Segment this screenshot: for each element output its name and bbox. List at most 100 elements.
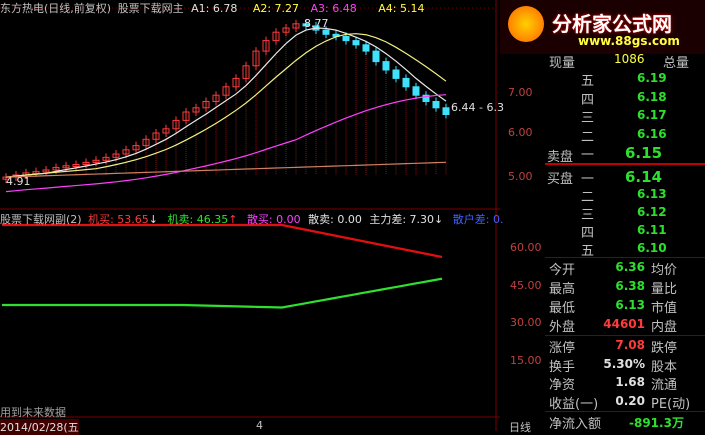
stat-label-2: 股本 bbox=[651, 359, 678, 375]
bid-level-label: 二 bbox=[581, 190, 595, 205]
indicator-name: 股票下载网主 bbox=[117, 2, 184, 15]
bid-price: 6.12 bbox=[637, 205, 667, 219]
candle-body bbox=[372, 50, 380, 63]
a3-value: A3: 6.48 bbox=[310, 2, 357, 15]
logo-url: www.88gs.com bbox=[578, 34, 680, 48]
sub-line-jimai2 bbox=[2, 277, 443, 309]
stat-value: 5.30% bbox=[603, 356, 645, 371]
sub-y-tick-30: 30.00 bbox=[510, 316, 542, 329]
zongliang-label: 总量 bbox=[663, 56, 690, 71]
stat-label: 涨停 bbox=[549, 341, 576, 356]
zhuli-value: 主力差: 7.30 bbox=[369, 213, 435, 226]
candle-body bbox=[322, 29, 330, 35]
sanhu-value: 散户差: 0. bbox=[452, 213, 504, 226]
candle-body bbox=[342, 35, 350, 42]
logo-icon bbox=[508, 6, 544, 42]
ask-price: 6.15 bbox=[625, 144, 663, 162]
ask-price: 6.19 bbox=[637, 71, 667, 85]
jimai-arrow: ↓ bbox=[148, 213, 159, 226]
stat-label-2: 跌停 bbox=[651, 341, 678, 356]
ask-price: 6.17 bbox=[637, 108, 667, 122]
jimai-value: 机买: 53.65 bbox=[88, 213, 149, 226]
bid-level-label: 四 bbox=[581, 226, 595, 241]
bid-price: 6.11 bbox=[637, 223, 667, 237]
net-inflow-value: -891.3万 bbox=[629, 416, 684, 430]
stat-label-2: 内盘 bbox=[651, 320, 678, 335]
ma-line-3 bbox=[5, 94, 447, 193]
sub-y-tick-45: 45.00 bbox=[510, 279, 542, 292]
divider bbox=[545, 335, 705, 336]
stat-value: 6.13 bbox=[615, 298, 645, 312]
candle-body bbox=[442, 107, 450, 116]
y-tick-5: 5.00 bbox=[508, 170, 533, 183]
bid-level-label: 一 bbox=[581, 172, 595, 187]
jimai2-value: 机卖: 46.35 bbox=[167, 213, 229, 226]
stat-value: 6.36 bbox=[615, 260, 645, 274]
candle-body bbox=[352, 40, 360, 46]
xianliang-label: 现量 bbox=[549, 56, 576, 71]
date-label: 2014/02/28(五 bbox=[0, 419, 79, 435]
bid-level-label: 三 bbox=[581, 208, 595, 223]
a4-value: A4: 5.14 bbox=[378, 2, 425, 15]
ask-level-label: 二 bbox=[581, 129, 595, 145]
ask-price: 6.18 bbox=[637, 89, 667, 104]
stat-label: 净资 bbox=[549, 378, 576, 393]
sub-y-tick-15: 15.00 bbox=[510, 354, 542, 367]
ask-level-label: 一 bbox=[581, 148, 595, 163]
low-price-label: 4.91 bbox=[6, 175, 31, 188]
stat-label-2: 市值 bbox=[651, 301, 678, 316]
ask-level-label: 五 bbox=[581, 74, 595, 89]
stat-value: 7.08 bbox=[615, 338, 645, 352]
stat-label-2: PE(动) bbox=[651, 396, 691, 412]
sub-line-jimai bbox=[2, 223, 443, 259]
sub-indicator-title: 股票下载网副(2) bbox=[0, 213, 82, 226]
bid-price: 6.14 bbox=[625, 168, 663, 186]
candle-body bbox=[412, 86, 420, 96]
stock-title: 东方热电(日线,前复权) bbox=[0, 2, 112, 15]
ask-price: 6.16 bbox=[637, 126, 667, 141]
bid-price: 6.13 bbox=[637, 187, 667, 201]
bid-price: 6.10 bbox=[637, 241, 667, 255]
period-label[interactable]: 日线 bbox=[509, 419, 531, 435]
buy-label: 买盘 bbox=[547, 172, 574, 187]
quote-panel: 现量 1086 总量 五 6.19 四 6.18 三 6.17 二 6.16 一 6.15 卖盘 … bbox=[545, 52, 705, 432]
stat-label: 最高 bbox=[549, 282, 576, 297]
divider bbox=[545, 257, 705, 258]
stat-label: 收益(一) bbox=[549, 396, 599, 412]
divider bbox=[545, 163, 705, 165]
stat-value: 44601 bbox=[603, 317, 645, 331]
stat-label-2: 均价 bbox=[651, 263, 678, 278]
axis-mark: 4 bbox=[256, 419, 263, 432]
a1-value: A1: 6.78 bbox=[191, 2, 238, 15]
candle-body bbox=[392, 69, 400, 79]
stat-label: 外盘 bbox=[549, 320, 576, 335]
jimai2-arrow: ↑ bbox=[228, 213, 238, 226]
stat-label: 最低 bbox=[549, 301, 576, 316]
candle-body bbox=[382, 61, 390, 71]
last-price-label: 6.44 - 6.3 bbox=[451, 101, 504, 114]
sub-y-tick-60: 60.00 bbox=[510, 241, 542, 254]
stat-label: 今开 bbox=[549, 263, 576, 278]
stat-label-2: 量比 bbox=[651, 282, 678, 297]
divider bbox=[545, 411, 705, 412]
y-tick-6: 6.00 bbox=[508, 126, 533, 139]
xianliang-value: 1086 bbox=[614, 52, 645, 66]
stat-label-2: 流通 bbox=[651, 378, 678, 393]
net-inflow-label: 净流入额 bbox=[549, 417, 602, 432]
ask-level-label: 四 bbox=[581, 92, 595, 108]
sanmai-value: 散买: 0.00 bbox=[246, 213, 301, 226]
stat-value: 1.68 bbox=[615, 375, 645, 389]
ask-level-label: 三 bbox=[581, 111, 595, 126]
stat-value: 6.38 bbox=[615, 279, 645, 293]
zhuli-arrow: ↓ bbox=[434, 213, 444, 226]
a2-value: A2: 7.27 bbox=[252, 2, 300, 15]
candle-body bbox=[432, 101, 440, 109]
sanmai2-value: 散卖: 0.00 bbox=[308, 213, 362, 226]
stat-value: 0.20 bbox=[615, 393, 645, 408]
site-logo: 分析家公式网 www.88gs.com bbox=[500, 0, 705, 54]
logo-name: 分析家公式网 bbox=[552, 12, 672, 36]
candle-body bbox=[362, 44, 370, 52]
candle-body bbox=[402, 77, 410, 88]
future-data-note: 用到未来数据 bbox=[0, 406, 66, 419]
stat-label: 换手 bbox=[549, 359, 576, 375]
